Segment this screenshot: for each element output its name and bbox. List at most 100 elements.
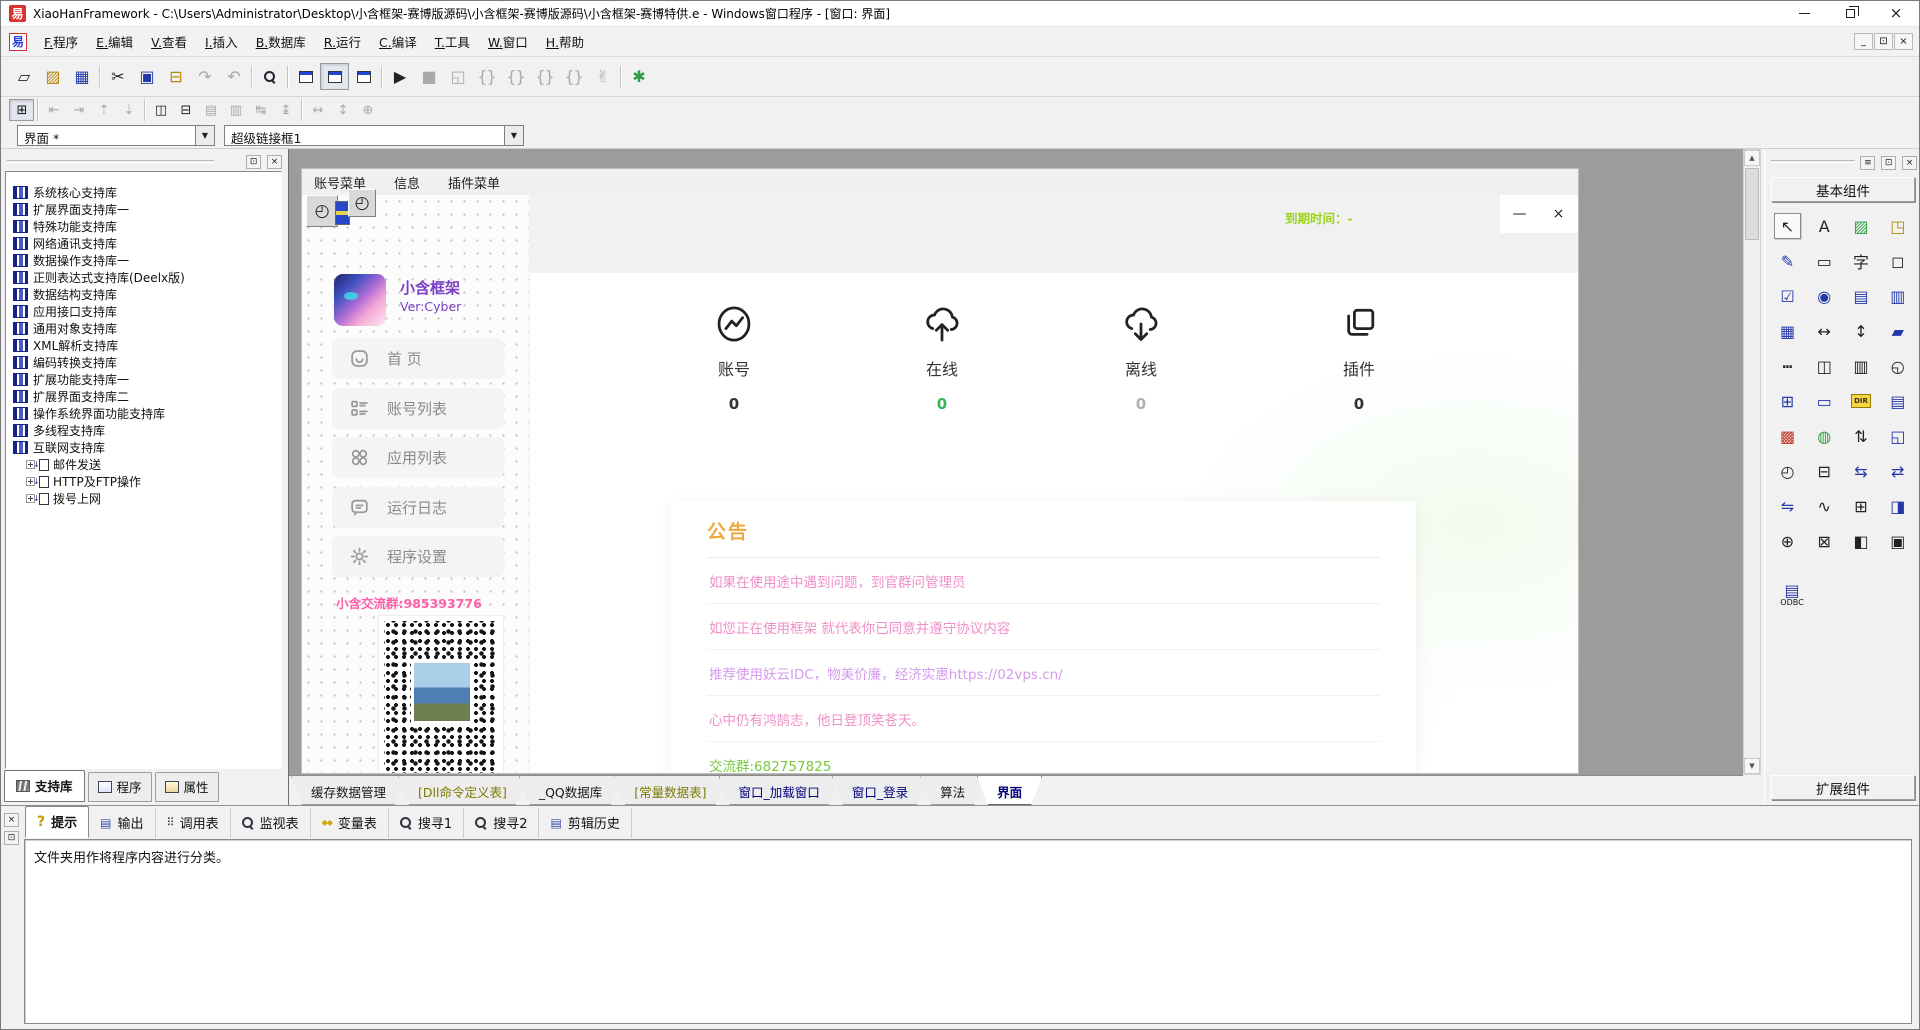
compile-run-button[interactable]: ✱ [624, 63, 653, 90]
nav-settings-button[interactable]: 程序设置 [332, 536, 504, 577]
toolbar-separator[interactable] [284, 65, 291, 89]
minimize-button[interactable] [1781, 1, 1827, 26]
tree-item[interactable]: HTTP及FTP操作 [6, 473, 281, 490]
doc-tab-algorithm[interactable]: 算法 [920, 776, 985, 805]
tab-call-table[interactable]: ⠿ 调用表 [156, 808, 231, 838]
doc-tab-window-loading[interactable]: 窗口_加载窗口 [719, 776, 840, 805]
panel-close-button[interactable]: × [267, 155, 282, 169]
doc-tab-window-login[interactable]: 窗口_登录 [832, 776, 928, 805]
tree-item[interactable]: 多线程支持库 [6, 422, 281, 439]
scrollbar-thumb[interactable] [1745, 168, 1759, 240]
tree-item[interactable]: 应用接口支持库 [6, 303, 281, 320]
data-grid-component[interactable]: ⊞ [1848, 493, 1875, 519]
tree-item[interactable]: 数据操作支持库一 [6, 252, 281, 269]
component-selector-combo[interactable]: 超级链接框1 ▼ [224, 125, 524, 146]
ole-component[interactable]: ⊠ [1811, 528, 1838, 554]
spin-door-component[interactable]: ⇅ [1848, 423, 1875, 449]
output-float-button[interactable]: ⊡ [4, 831, 19, 845]
mdi-restore-button[interactable]: ⊡ [1874, 33, 1893, 50]
menu-item[interactable]: E.编辑 [87, 27, 142, 56]
nav-home-button[interactable]: 首 页 [332, 338, 504, 379]
announcement-line[interactable]: 推荐使用妖云IDC，物美价廉，经济实惠https://02vps.cn/ [707, 650, 1380, 696]
shape-component[interactable]: ◳ [1884, 213, 1911, 239]
nav-account-list-button[interactable]: 账号列表 [332, 388, 504, 429]
menu-item[interactable]: I.插入 [196, 27, 247, 56]
tree-item[interactable]: 扩展界面支持库一 [6, 201, 281, 218]
client-socket-component[interactable]: ⇆ [1848, 458, 1875, 484]
menu-item[interactable]: V.查看 [142, 27, 196, 56]
doc-tab-interface[interactable]: 界面 [977, 776, 1042, 805]
tree-item[interactable]: 数据结构支持库 [6, 286, 281, 303]
tab-control-component[interactable]: ◫ [1811, 353, 1838, 379]
stop-button[interactable]: ■ [414, 63, 443, 90]
space-equal-h-button[interactable]: ▤ [198, 99, 223, 121]
rich-edit-component[interactable]: ▤ [1884, 388, 1911, 414]
chevron-down-icon[interactable]: ▼ [195, 126, 214, 145]
tree-item[interactable]: 通用对象支持库 [6, 320, 281, 337]
paste-button[interactable]: ⊟ [161, 63, 190, 90]
scroll-up-button[interactable]: ▲ [1744, 150, 1760, 166]
pager-component[interactable]: ◨ [1884, 493, 1911, 519]
hint-output-area[interactable]: 文件夹用作将程序内容进行分类。 [24, 839, 1912, 1024]
toolbar-separator[interactable] [248, 65, 255, 89]
menu-item[interactable]: B.数据库 [247, 27, 315, 56]
tab-watch-table[interactable]: 监视表 [231, 808, 311, 838]
tree-item[interactable]: 特殊功能支持库 [6, 218, 281, 235]
run-button[interactable]: ▶ [385, 63, 414, 90]
layout-bottom-button[interactable] [320, 63, 349, 90]
close-button[interactable]: × [1873, 1, 1919, 26]
chevron-down-icon[interactable]: ▼ [504, 126, 523, 145]
same-height-button[interactable]: ↨ [273, 99, 298, 121]
tree-item[interactable]: 编码转换支持库 [6, 354, 281, 371]
server-socket-component[interactable]: ⇄ [1884, 458, 1911, 484]
menu-item[interactable]: F.程序 [35, 27, 87, 56]
tab-variable-table[interactable]: ◆◆ 变量表 [311, 808, 389, 838]
preview-menu-item[interactable]: 信息 [394, 173, 420, 192]
transfer-component[interactable]: ⇋ [1774, 493, 1801, 519]
debug-window-button[interactable]: ◱ [443, 63, 472, 90]
progress-bar-component[interactable]: ▰ [1884, 318, 1911, 344]
panel-float-button[interactable]: ⊡ [246, 155, 261, 169]
space-equal-v-button[interactable]: ▥ [223, 99, 248, 121]
timer-component-2[interactable]: ◴ [348, 189, 376, 217]
label-component[interactable]: A [1811, 213, 1838, 239]
preview-menu-item[interactable]: 插件菜单 [448, 173, 500, 192]
pause-button[interactable]: ✌ [588, 63, 617, 90]
save-button[interactable]: ▦ [67, 63, 96, 90]
scroll-down-button[interactable]: ▼ [1744, 758, 1760, 774]
doc-tab-const-table[interactable]: [常量数据表] [614, 776, 726, 805]
tab-program[interactable]: 程序 [88, 772, 152, 802]
static-text-component[interactable]: 字 [1848, 248, 1875, 274]
picture-box-component[interactable]: ▨ [1848, 213, 1875, 239]
nav-run-log-button[interactable]: 运行日志 [332, 487, 504, 528]
tab-search-2[interactable]: 搜寻2 [464, 808, 539, 838]
timer-component-1[interactable]: ◴ [306, 195, 338, 227]
align-top-button[interactable]: ⇡ [91, 99, 116, 121]
layout-right-button[interactable] [349, 63, 378, 90]
timer-component[interactable]: ◴ [1774, 458, 1801, 484]
align-left-button[interactable]: ⇤ [41, 99, 66, 121]
output-close-button[interactable]: × [4, 813, 19, 827]
cut-button[interactable]: ✂ [103, 63, 132, 90]
mdi-window-component[interactable]: ◱ [1884, 423, 1911, 449]
tab-search-1[interactable]: 搜寻1 [389, 808, 464, 838]
center-horizontal-button[interactable]: ◫ [148, 99, 173, 121]
tree-item[interactable]: 网络通讯支持库 [6, 235, 281, 252]
tree-item[interactable]: 扩展界面支持库二 [6, 388, 281, 405]
nav-app-list-button[interactable]: 应用列表 [332, 437, 504, 478]
tree-item[interactable]: 邮件发送 [6, 456, 281, 473]
doc-tab-cache-data[interactable]: 缓存数据管理 [291, 776, 406, 805]
open-button[interactable]: ▨ [38, 63, 67, 90]
menu-item[interactable]: C.编译 [370, 27, 426, 56]
h-scrollbar-component[interactable]: ↔ [1811, 318, 1838, 344]
fit-height-button[interactable]: ↕ [330, 99, 355, 121]
pointer-tool[interactable]: ↖ [1774, 213, 1801, 239]
undo-button[interactable]: ↶ [219, 63, 248, 90]
printer-component[interactable]: ⊟ [1811, 458, 1838, 484]
check-box-component[interactable]: ☑ [1774, 283, 1801, 309]
tree-item[interactable]: 拨号上网 [6, 490, 281, 507]
basic-components-button[interactable]: 基本组件 [1771, 177, 1915, 202]
toolbar-separator[interactable] [96, 65, 103, 89]
tree-view-component[interactable]: ⊕ [1774, 528, 1801, 554]
network-component[interactable]: ◍ [1811, 423, 1838, 449]
